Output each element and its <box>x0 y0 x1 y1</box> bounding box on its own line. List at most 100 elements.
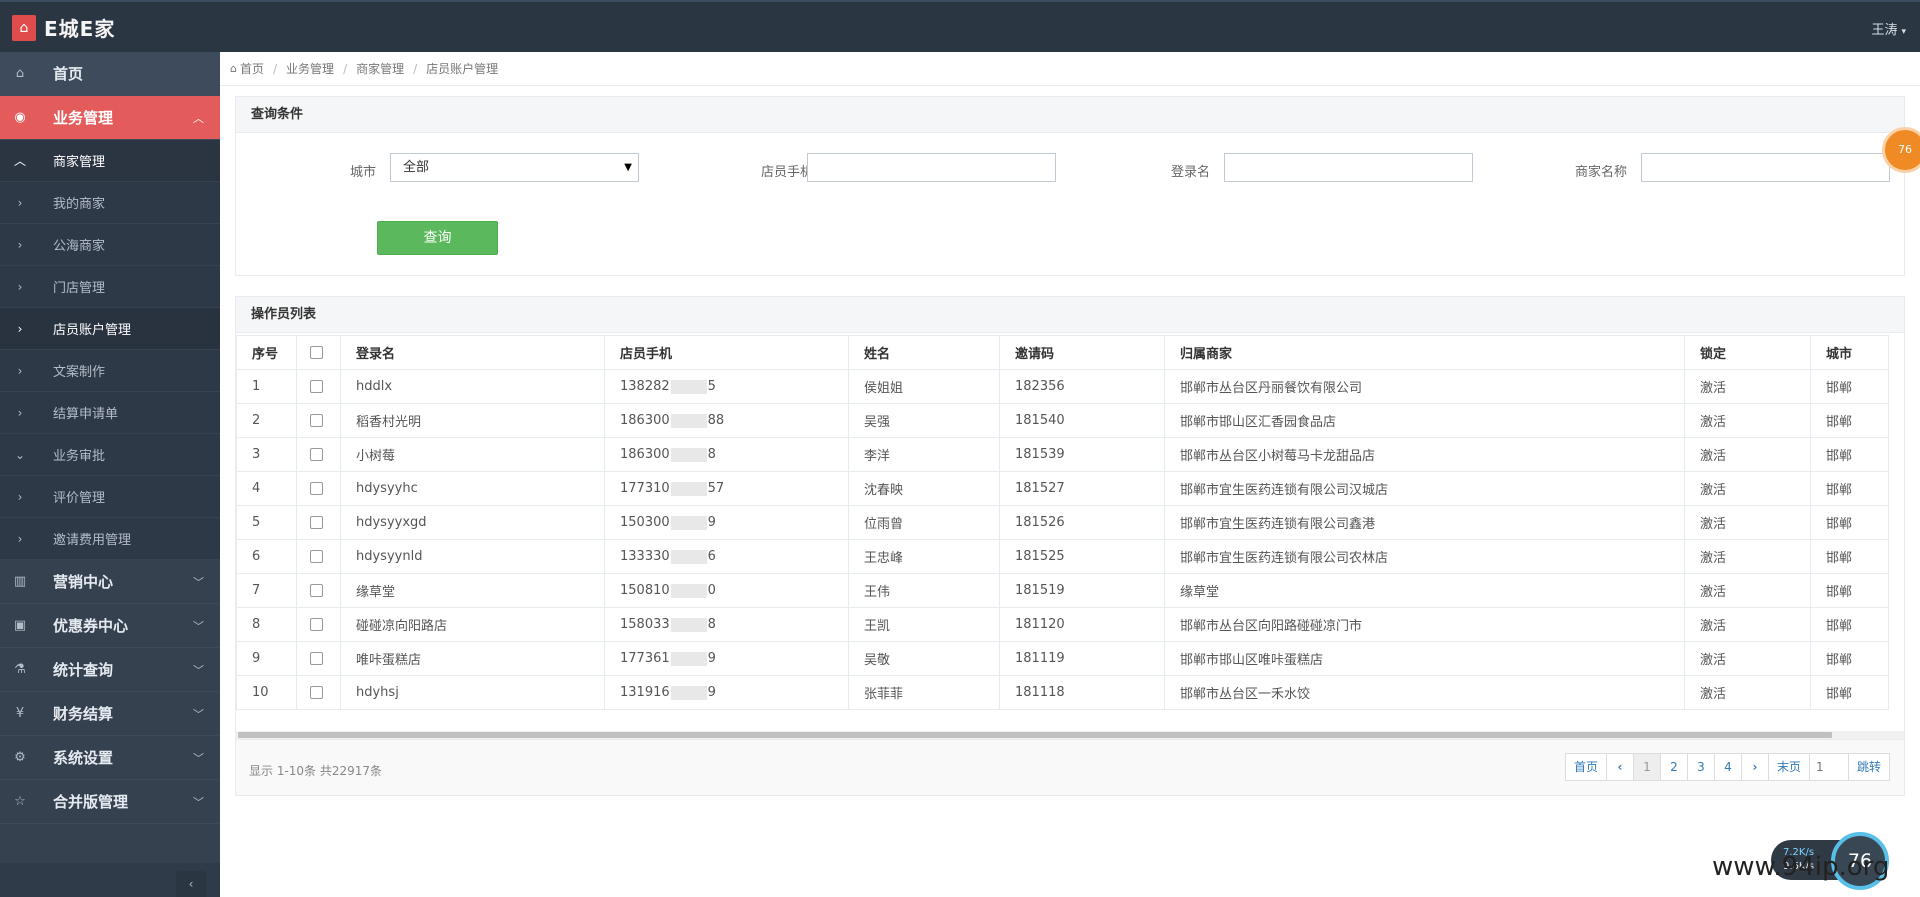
phone-redaction <box>670 617 707 632</box>
breadcrumb-home[interactable]: 首页 <box>240 60 264 77</box>
table-row[interactable]: 5 hdysyyxgd 150300 9 位雨曾 181526 邯郸市宜生医药连锁有限公司鑫… <box>236 505 1889 540</box>
row-checkbox <box>296 607 341 642</box>
select-all-checkbox[interactable] <box>310 346 323 359</box>
row-invite-code: 181527 <box>999 471 1165 506</box>
page-jump-button[interactable]: 跳转 <box>1847 753 1890 781</box>
sidebar-item-settlement[interactable]: › 结算申请单 <box>0 392 220 434</box>
chevron-down-icon: ⌄ <box>14 447 26 462</box>
sidebar-item-copywriting[interactable]: › 文案制作 <box>0 350 220 392</box>
row-select-checkbox[interactable] <box>310 584 323 597</box>
sidebar-item-public-merchants[interactable]: › 公海商家 <box>0 224 220 266</box>
phone-suffix: 5 <box>707 379 716 394</box>
row-merchant: 邯郸市丛台区丹丽餐饮有限公司 <box>1164 369 1685 404</box>
row-no: 8 <box>236 607 297 642</box>
col-header-lock[interactable]: 锁定 <box>1684 335 1811 370</box>
row-select-checkbox[interactable] <box>310 482 323 495</box>
row-invite-code: 181539 <box>999 437 1165 472</box>
row-select-checkbox[interactable] <box>310 380 323 393</box>
col-header-login[interactable]: 登录名 <box>340 335 605 370</box>
sidebar-item-settings[interactable]: ⚙ 系统设置 ﹀ <box>0 736 220 780</box>
row-merchant: 邯郸市邯山区汇香园食品店 <box>1164 403 1685 438</box>
col-header-city[interactable]: 城市 <box>1810 335 1889 370</box>
row-select-checkbox[interactable] <box>310 686 323 699</box>
col-header-merchant[interactable]: 归属商家 <box>1164 335 1685 370</box>
sidebar-item-label: 评价管理 <box>53 491 106 506</box>
phone-suffix: 8 <box>707 447 716 462</box>
table-row[interactable]: 3 小树莓 186300 8 李洋 181539 邯郸市丛台区小树莓马卡龙甜品店 激活 邯郸 <box>236 437 1889 472</box>
col-header-code[interactable]: 邀请码 <box>999 335 1165 370</box>
floating-score-badge[interactable]: 76 <box>1882 127 1920 173</box>
sidebar-item-reviews[interactable]: › 评价管理 <box>0 476 220 518</box>
row-select-checkbox[interactable] <box>310 550 323 563</box>
row-login: hdyhsj <box>340 675 605 710</box>
phone-prefix: 158033 <box>620 617 670 632</box>
page-2[interactable]: 2 <box>1659 753 1688 781</box>
sidebar-item-marketing[interactable]: ▥ 营销中心 ﹀ <box>0 560 220 604</box>
row-phone: 133330 6 <box>604 539 849 574</box>
row-name: 位雨曾 <box>848 505 1000 540</box>
page-jump-input[interactable]: 1 <box>1808 753 1849 781</box>
scrollbar-thumb[interactable] <box>238 732 1832 738</box>
breadcrumb-business[interactable]: 业务管理 <box>286 60 334 77</box>
page-1[interactable]: 1 <box>1632 753 1661 781</box>
merchant-input[interactable] <box>1641 153 1890 182</box>
table-row[interactable]: 7 缘草堂 150810 0 王伟 181519 缘草堂 激活 邯郸 <box>236 573 1889 608</box>
row-select-checkbox[interactable] <box>310 414 323 427</box>
phone-redaction <box>670 651 707 666</box>
sidebar-item-finance[interactable]: ¥ 财务结算 ﹀ <box>0 692 220 736</box>
row-lock-status: 激活 <box>1684 471 1811 506</box>
row-lock-status: 激活 <box>1684 505 1811 540</box>
search-button[interactable]: 查询 <box>377 221 498 255</box>
phone-input[interactable] <box>807 153 1056 182</box>
sidebar-item-stores[interactable]: › 门店管理 <box>0 266 220 308</box>
col-header-phone[interactable]: 店员手机 <box>604 335 849 370</box>
table-row[interactable]: 8 碰碰凉向阳路店 158033 8 王凯 181120 邯郸市丛台区向阳路碰碰凉门市 激活邯… <box>236 607 1889 642</box>
row-name: 李洋 <box>848 437 1000 472</box>
table-row[interactable]: 1 hddlx 138282 5 侯姐姐 182356 邯郸市丛台区丹丽餐饮有限公司 激活 邯郸 <box>236 369 1889 404</box>
page-3[interactable]: 3 <box>1686 753 1715 781</box>
sidebar-item-invite-fees[interactable]: › 邀请费用管理 <box>0 518 220 560</box>
sidebar-item-merchant-group[interactable]: ︿ 商家管理 <box>0 140 220 182</box>
sidebar-item-coupons[interactable]: ▣ 优惠券中心 ﹀ <box>0 604 220 648</box>
row-lock-status: 激活 <box>1684 403 1811 438</box>
page-4[interactable]: 4 <box>1713 753 1742 781</box>
row-checkbox <box>296 437 341 472</box>
phone-label: 店员手机 <box>761 165 814 180</box>
row-no: 10 <box>236 675 297 710</box>
sidebar-collapse-toggle[interactable]: ‹ <box>176 871 206 897</box>
table-row[interactable]: 2 稻香村光明 186300 88 吴强 181540 邯郸市邯山区汇香园食品店 激活 邯郸 <box>236 403 1889 438</box>
table-row[interactable]: 9 唯咔蛋糕店 177361 9 吴敬 181119 邯郸市邯山区唯咔蛋糕店 激活 邯郸 <box>236 641 1889 676</box>
brand-logo[interactable]: ⌂ E城E家 <box>12 13 115 42</box>
page-first[interactable]: 首页 <box>1564 753 1607 781</box>
row-select-checkbox[interactable] <box>310 448 323 461</box>
page-next-icon[interactable]: › <box>1740 753 1769 781</box>
chevron-right-icon: › <box>17 237 23 252</box>
sidebar-item-statistics[interactable]: ⚗ 统计查询 ﹀ <box>0 648 220 692</box>
row-checkbox <box>296 675 341 710</box>
row-select-checkbox[interactable] <box>310 516 323 529</box>
table-row[interactable]: 10 hdyhsj 131916 9 张菲菲 181118 邯郸市丛台区一禾水饺 激活 邯郸 <box>236 675 1889 710</box>
page-prev-icon[interactable]: ‹ <box>1605 753 1634 781</box>
sidebar-item-merged[interactable]: ☆ 合并版管理 ﹀ <box>0 780 220 824</box>
horizontal-scrollbar[interactable] <box>236 731 1904 739</box>
page-last[interactable]: 末页 <box>1767 753 1810 781</box>
sidebar-item-my-merchants[interactable]: › 我的商家 <box>0 182 220 224</box>
table-row[interactable]: 6 hdysyynld 133330 6 王忠峰 181525 邯郸市宜生医药连锁有限公司农… <box>236 539 1889 574</box>
sidebar-item-approval[interactable]: ⌄ 业务审批 <box>0 434 220 476</box>
sidebar-item-staff-accounts[interactable]: › 店员账户管理 <box>0 308 220 350</box>
login-input[interactable] <box>1224 153 1473 182</box>
col-header-name[interactable]: 姓名 <box>848 335 1000 370</box>
sidebar-item-business[interactable]: ◉ 业务管理 ︿ <box>0 96 220 140</box>
user-menu[interactable]: 王涛 ▾ <box>1871 19 1906 38</box>
chevron-right-icon: › <box>17 363 23 378</box>
row-select-checkbox[interactable] <box>310 652 323 665</box>
chevron-right-icon: › <box>17 531 23 546</box>
row-city: 邯郸 <box>1810 573 1889 608</box>
row-login: hddlx <box>340 369 605 404</box>
city-select[interactable]: 全部 ▼ <box>390 153 639 182</box>
query-panel-title: 查询条件 <box>236 97 1904 133</box>
breadcrumb-merchant[interactable]: 商家管理 <box>356 60 404 77</box>
row-select-checkbox[interactable] <box>310 618 323 631</box>
table-row[interactable]: 4 hdysyyhc 177310 57 沈春映 181527 邯郸市宜生医药连锁有限公司汉… <box>236 471 1889 506</box>
sidebar-item-home[interactable]: ⌂ 首页 <box>0 52 220 96</box>
